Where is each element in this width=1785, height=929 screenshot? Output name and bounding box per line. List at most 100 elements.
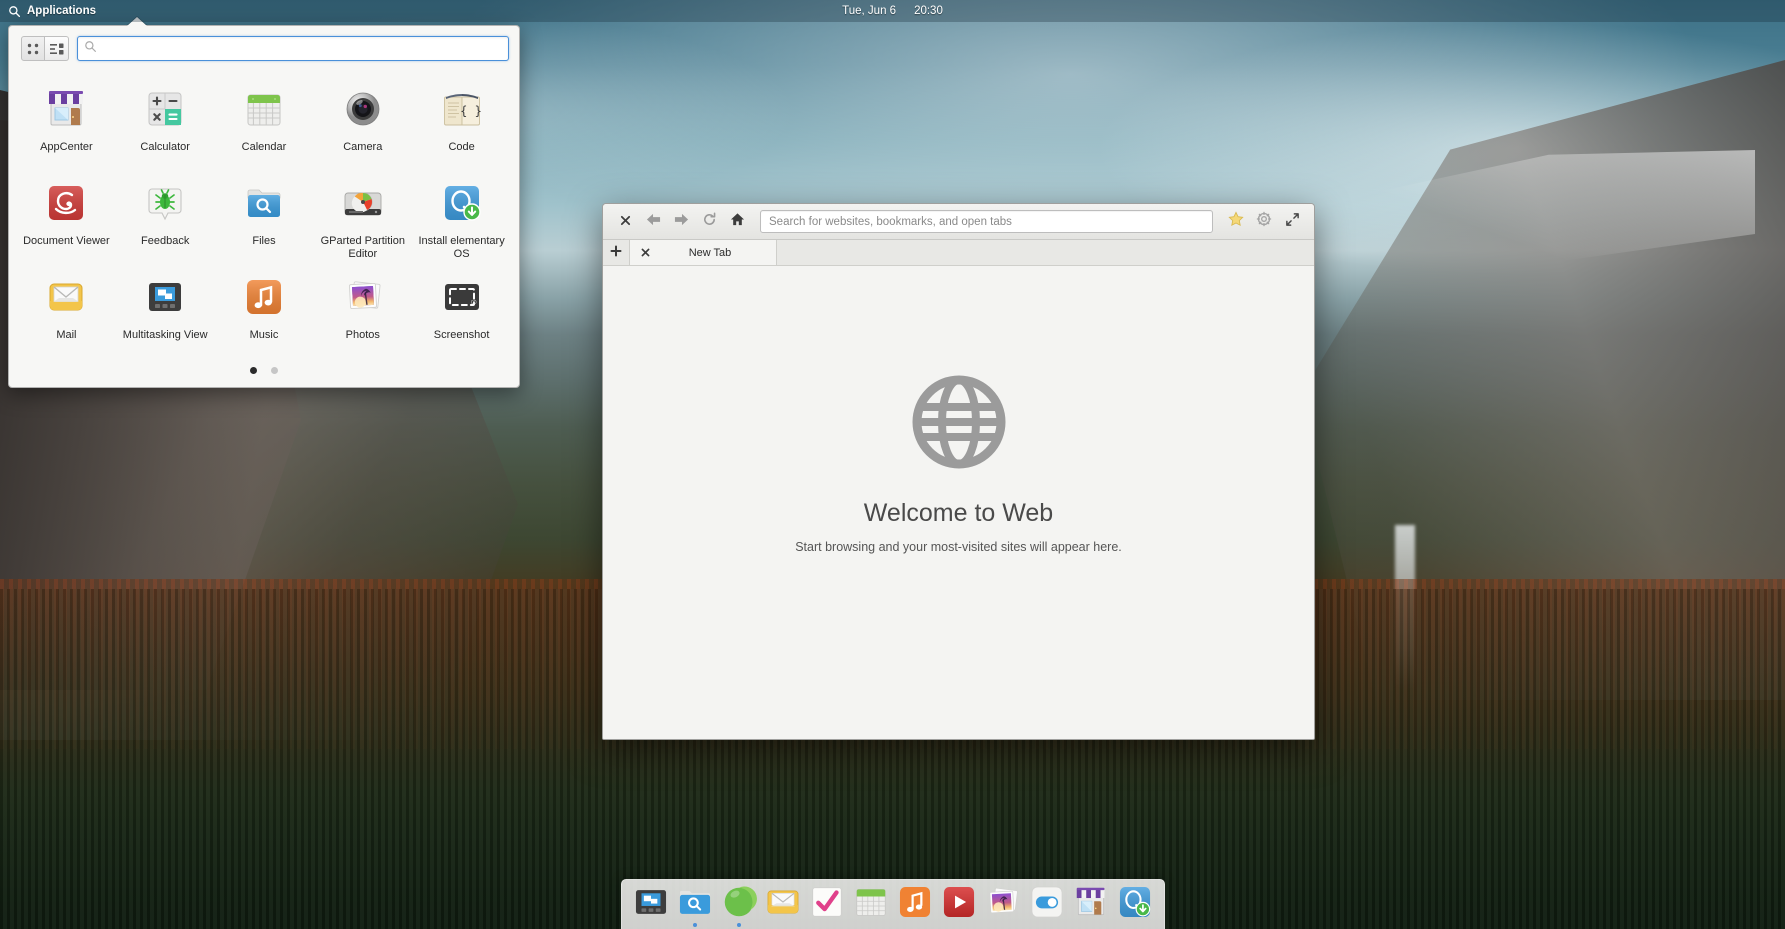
dock-item-calendar[interactable] [852, 883, 890, 921]
app-label: Calendar [242, 141, 287, 154]
app-item-files[interactable]: Files [215, 167, 314, 261]
dock-item-system-settings[interactable] [1028, 883, 1066, 921]
desktop[interactable]: Applications Tue, Jun 620:30 [0, 0, 1785, 929]
page-dot-2[interactable] [271, 367, 278, 374]
view-mode-toggle-group[interactable] [21, 36, 69, 61]
forward-button[interactable] [668, 209, 694, 235]
running-indicator [737, 923, 741, 927]
running-indicator [693, 923, 697, 927]
app-item-multitasking-view[interactable]: Multitasking View [116, 261, 215, 355]
category-view-button[interactable] [45, 36, 69, 61]
svg-text:{ }: { } [460, 104, 482, 118]
grid-view-button[interactable] [21, 36, 45, 61]
close-icon[interactable] [638, 246, 652, 260]
grid-view-icon [26, 42, 40, 56]
dock-item-appcenter[interactable] [1072, 883, 1110, 921]
browser-tab[interactable]: New Tab [629, 240, 777, 265]
reload-button[interactable] [696, 209, 722, 235]
app-item-document-viewer[interactable]: Document Viewer [17, 167, 116, 261]
close-tab-button[interactable] [612, 209, 638, 235]
dock-item-photos[interactable] [984, 883, 1022, 921]
arrow-left-icon [645, 212, 662, 232]
arrow-right-icon [673, 212, 690, 232]
dock-item-install-elementary-os[interactable] [1116, 883, 1154, 921]
dock-item-mail[interactable] [764, 883, 802, 921]
welcome-heading: Welcome to Web [864, 499, 1053, 528]
search-icon [84, 40, 97, 58]
home-icon [730, 212, 745, 232]
dock-item-music[interactable] [896, 883, 934, 921]
star-icon [1228, 211, 1244, 232]
dock[interactable] [621, 879, 1165, 929]
app-label: Files [252, 235, 275, 248]
launcher-page-indicator[interactable] [9, 355, 519, 387]
code-icon: { } [438, 85, 486, 133]
screenshot-icon: 00 [438, 273, 486, 321]
applications-menu-label: Applications [27, 5, 96, 17]
app-label: Camera [343, 141, 382, 154]
clock-time: 20:30 [914, 5, 943, 17]
browser-toolbar [603, 204, 1314, 240]
new-tab-button[interactable] [603, 240, 629, 265]
gparted-icon [339, 179, 387, 227]
installer-icon [438, 179, 486, 227]
address-input[interactable] [769, 216, 1204, 228]
settings-button[interactable] [1251, 209, 1277, 235]
application-launcher[interactable]: AppCenter [8, 25, 520, 388]
app-item-appcenter[interactable]: AppCenter [17, 73, 116, 167]
app-label: Screenshot [434, 329, 490, 342]
app-item-code[interactable]: { } Code [412, 73, 511, 167]
app-item-music[interactable]: Music [215, 261, 314, 355]
panel-clock[interactable]: Tue, Jun 620:30 [0, 5, 1785, 17]
browser-tab-bar[interactable]: New Tab [603, 240, 1314, 266]
top-panel: Applications Tue, Jun 620:30 [0, 0, 1785, 22]
svg-text:00: 00 [471, 300, 477, 306]
application-grid[interactable]: AppCenter [9, 69, 519, 355]
category-view-icon [50, 42, 64, 56]
search-input[interactable] [97, 37, 502, 60]
tab-title: New Tab [652, 247, 768, 259]
app-item-photos[interactable]: Photos [313, 261, 412, 355]
app-item-install-elementary-os[interactable]: Install elementary OS [412, 167, 511, 261]
app-label: Photos [346, 329, 380, 342]
app-item-calendar[interactable]: Calendar [215, 73, 314, 167]
dock-item-videos[interactable] [940, 883, 978, 921]
home-button[interactable] [724, 209, 750, 235]
calculator-icon [141, 85, 189, 133]
expand-icon [1285, 212, 1300, 232]
files-icon [240, 179, 288, 227]
applications-menu-button[interactable]: Applications [0, 0, 106, 22]
app-item-camera[interactable]: Camera [313, 73, 412, 167]
welcome-subtext: Start browsing and your most-visited sit… [795, 540, 1122, 554]
globe-icon [909, 372, 1009, 477]
back-button[interactable] [640, 209, 666, 235]
app-item-calculator[interactable]: Calculator [116, 73, 215, 167]
app-label: Multitasking View [123, 329, 208, 342]
app-label: GParted Partition Editor [317, 235, 409, 261]
app-label: Code [448, 141, 474, 154]
dock-item-files[interactable] [676, 883, 714, 921]
fullscreen-button[interactable] [1279, 209, 1305, 235]
app-label: Mail [56, 329, 76, 342]
plus-icon [610, 245, 622, 260]
feedback-icon [141, 179, 189, 227]
launcher-search-field[interactable] [77, 36, 509, 61]
app-item-gparted[interactable]: GParted Partition Editor [313, 167, 412, 261]
address-bar[interactable] [760, 210, 1213, 233]
bookmark-button[interactable] [1223, 209, 1249, 235]
camera-icon [339, 85, 387, 133]
app-item-screenshot[interactable]: 00 Screenshot [412, 261, 511, 355]
search-icon [8, 5, 21, 18]
document-viewer-icon [42, 179, 90, 227]
browser-content-area: Welcome to Web Start browsing and your m… [603, 266, 1314, 739]
dock-item-web[interactable] [720, 883, 758, 921]
page-dot-1[interactable] [250, 367, 257, 374]
app-label: AppCenter [40, 141, 93, 154]
reload-icon [702, 212, 717, 232]
close-icon [620, 213, 631, 231]
dock-item-multitasking-view[interactable] [632, 883, 670, 921]
app-item-mail[interactable]: Mail [17, 261, 116, 355]
web-browser-window[interactable]: New Tab Welcome to Web Start browsing an… [602, 203, 1315, 740]
dock-item-tasks[interactable] [808, 883, 846, 921]
app-item-feedback[interactable]: Feedback [116, 167, 215, 261]
